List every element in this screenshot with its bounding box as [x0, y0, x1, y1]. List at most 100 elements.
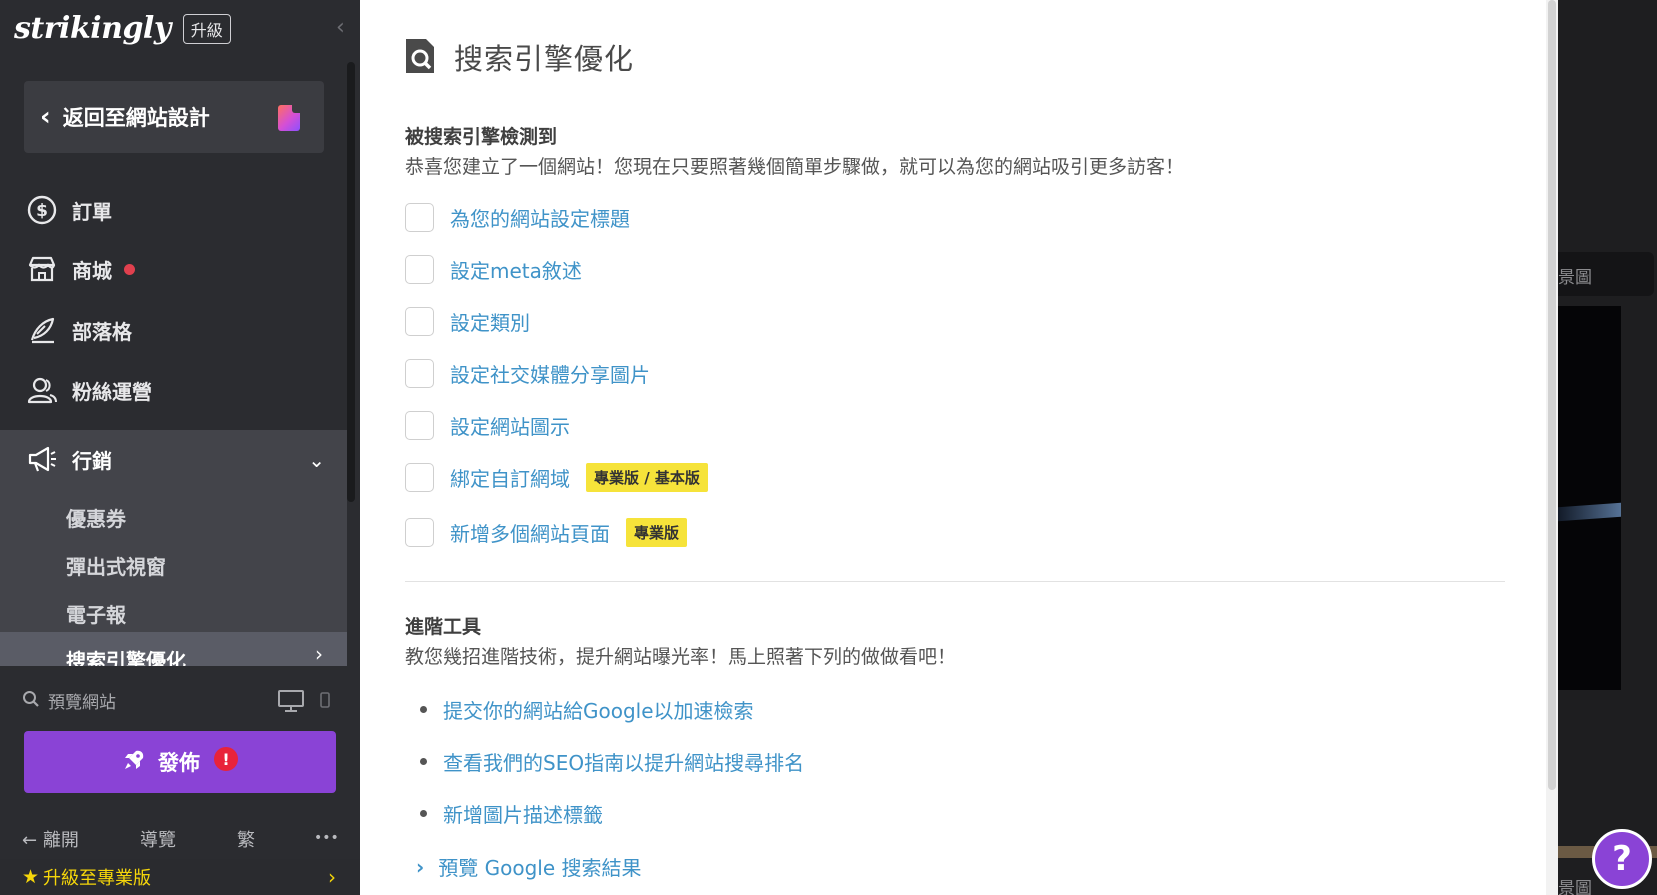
- sidebar-item-store[interactable]: 商城: [0, 241, 347, 297]
- alert-icon: !: [214, 747, 238, 771]
- section-title-indexed: 被搜索引擎檢測到: [405, 126, 558, 148]
- task-add-pages[interactable]: 新增多個網站頁面 專業版: [405, 517, 688, 547]
- section-desc-indexed: 恭喜您建立了一個網站！您現在只要照著幾個簡單步驟做，就可以為您的網站吸引更多訪客…: [405, 156, 1185, 178]
- more-options-icon[interactable]: •••: [314, 830, 339, 846]
- main-scrollbar[interactable]: [1546, 0, 1558, 895]
- sidebar-item-label: 行銷: [72, 448, 112, 473]
- task-label[interactable]: 設定網站圖示: [450, 411, 570, 440]
- back-to-design-label: 返回至網站設計: [62, 106, 210, 130]
- section-title-advanced: 進階工具: [405, 616, 482, 638]
- sidebar-item-label: 粉絲運營: [72, 379, 152, 404]
- bullet-icon: [420, 810, 427, 817]
- chevron-right-icon: ›: [416, 854, 425, 879]
- task-checkbox[interactable]: [405, 358, 434, 388]
- link-submit-google[interactable]: 提交你的網站給Google以加速檢索: [420, 695, 754, 724]
- rocket-icon: [122, 748, 146, 776]
- sidebar-footer: ← 離開 導覽 繁 •••: [0, 826, 360, 856]
- task-checkbox[interactable]: [405, 517, 434, 547]
- google-preview-label: 預覽 Google 搜索結果: [438, 856, 642, 880]
- task-label[interactable]: 新增多個網站頁面: [450, 518, 610, 547]
- plan-tag: 專業版: [626, 517, 688, 547]
- link-label[interactable]: 查看我們的SEO指南以提升網站搜尋排名: [443, 747, 804, 776]
- task-checkbox[interactable]: [405, 202, 434, 232]
- collapse-sidebar-icon[interactable]: ‹: [336, 16, 352, 40]
- upgrade-to-pro-bar[interactable]: ★ 升級至專業版 ›: [0, 859, 360, 895]
- submenu-item-newsletter[interactable]: 電子報: [66, 599, 126, 628]
- task-label[interactable]: 設定類別: [450, 307, 530, 336]
- language-switch[interactable]: 繁: [237, 826, 255, 852]
- back-to-design-button[interactable]: ‹ 返回至網站設計: [24, 81, 324, 153]
- link-seo-guide[interactable]: 查看我們的SEO指南以提升網站搜尋排名: [420, 747, 804, 776]
- task-set-category[interactable]: 設定類別: [405, 306, 530, 336]
- task-label[interactable]: 設定社交媒體分享圖片: [450, 359, 650, 388]
- exit-link[interactable]: ← 離開: [22, 826, 79, 852]
- svg-text:$: $: [36, 201, 48, 221]
- bullet-icon: [420, 706, 427, 713]
- star-icon: ★: [22, 866, 40, 888]
- preview-label: 景圖: [1558, 268, 1592, 288]
- task-custom-domain[interactable]: 綁定自訂網域 專業版 / 基本版: [405, 462, 708, 492]
- task-label[interactable]: 設定meta敘述: [450, 255, 582, 284]
- task-checkbox[interactable]: [405, 462, 434, 492]
- link-image-alt-tags[interactable]: 新增圖片描述標籤: [420, 799, 603, 828]
- submenu-item-coupons[interactable]: 優惠券: [66, 503, 126, 532]
- task-set-title[interactable]: 為您的網站設定標題: [405, 202, 630, 232]
- search-icon: [22, 690, 40, 712]
- google-preview-toggle[interactable]: › 預覽 Google 搜索結果: [416, 852, 642, 881]
- link-label[interactable]: 新增圖片描述標籤: [443, 799, 603, 828]
- plan-tag: 專業版 / 基本版: [586, 462, 708, 492]
- sidebar-item-blog[interactable]: 部落格: [0, 302, 347, 358]
- desktop-preview-icon[interactable]: [278, 690, 304, 716]
- seo-search-icon: [404, 37, 436, 77]
- submenu-item-popups[interactable]: 彈出式視窗: [66, 551, 166, 580]
- task-checkbox[interactable]: [405, 410, 434, 440]
- store-icon: [26, 253, 58, 285]
- brand-logo[interactable]: strikingly: [14, 11, 171, 46]
- link-label[interactable]: 提交你的網站給Google以加速檢索: [443, 695, 754, 724]
- scrollbar-thumb[interactable]: [1548, 0, 1556, 790]
- sidebar-item-orders[interactable]: $ 訂單: [0, 182, 347, 238]
- submenu-item-label: 搜索引擎優化: [66, 649, 186, 666]
- section-divider: [405, 581, 1505, 582]
- preview-image: [1558, 306, 1621, 690]
- publish-button[interactable]: 發佈 !: [24, 731, 336, 793]
- submenu-item-seo[interactable]: 搜索引擎優化 ›: [0, 632, 347, 666]
- upgrade-badge[interactable]: 升級: [182, 14, 231, 44]
- publish-label: 發佈: [158, 751, 200, 775]
- task-label[interactable]: 為您的網站設定標題: [450, 203, 630, 232]
- preview-site-link[interactable]: 預覽網站: [22, 688, 116, 713]
- preview-label-bottom: 景圖: [1558, 879, 1592, 895]
- task-set-social-image[interactable]: 設定社交媒體分享圖片: [405, 358, 650, 388]
- chevron-right-icon: ›: [328, 865, 336, 889]
- dollar-circle-icon: $: [26, 194, 58, 226]
- notification-dot: [124, 263, 135, 275]
- task-checkbox[interactable]: [405, 306, 434, 336]
- site-preview-background: 景圖 景圖: [1558, 0, 1657, 895]
- exit-label: 離開: [42, 830, 79, 851]
- sidebar-scrollbar[interactable]: [347, 62, 355, 502]
- sidebar-item-fans[interactable]: 粉絲運營: [0, 362, 347, 418]
- sidebar: strikingly 升級 ‹ ‹ 返回至網站設計 $ 訂單 商城 部落格 粉絲…: [0, 0, 360, 895]
- users-icon: [26, 374, 58, 406]
- help-button[interactable]: ?: [1592, 829, 1652, 889]
- sidebar-item-marketing[interactable]: 行銷 ⌄: [0, 430, 347, 488]
- sidebar-item-label: 訂單: [72, 199, 112, 224]
- task-label[interactable]: 綁定自訂網域: [450, 463, 570, 492]
- task-set-meta-description[interactable]: 設定meta敘述: [405, 254, 582, 284]
- document-icon: [278, 105, 300, 131]
- sidebar-item-label: 商城: [72, 258, 112, 283]
- brand: strikingly 升級: [14, 8, 231, 48]
- chevron-right-icon: ›: [315, 642, 323, 666]
- question-icon: ?: [1612, 839, 1632, 879]
- preview-toolbar: 景圖: [1558, 252, 1654, 296]
- section-desc-advanced: 教您幾招進階技術，提升網站曝光率！馬上照著下列的做做看吧！: [405, 646, 957, 668]
- task-set-favicon[interactable]: 設定網站圖示: [405, 410, 570, 440]
- bullet-icon: [420, 758, 427, 765]
- task-checkbox[interactable]: [405, 254, 434, 284]
- mobile-preview-icon[interactable]: [320, 692, 330, 712]
- tour-link[interactable]: 導覽: [140, 826, 176, 852]
- chevron-left-icon: ‹: [40, 102, 51, 132]
- quill-icon: [26, 314, 58, 346]
- preview-site-label: 預覽網站: [48, 693, 116, 713]
- arrow-left-icon: ←: [22, 830, 38, 851]
